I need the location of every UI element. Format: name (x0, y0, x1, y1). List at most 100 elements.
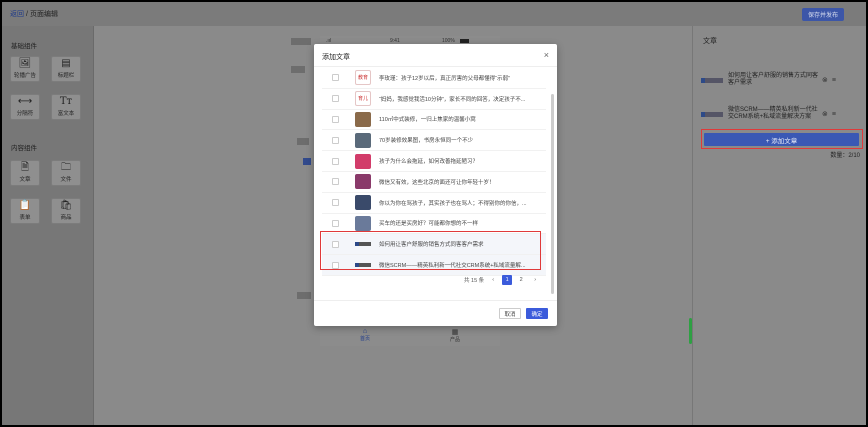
folder-icon: 🗀 (61, 162, 71, 173)
article-row[interactable]: 110㎡中式装修，一归上焦家的温馨小窝 (322, 110, 546, 131)
prev-page-button[interactable]: ‹ (488, 275, 498, 285)
dialog-title: 添加文章 (322, 54, 350, 61)
component-form[interactable]: 📋 表单 (10, 198, 40, 224)
total-count: 共 15 条 (464, 278, 485, 284)
close-icon[interactable]: × (544, 50, 549, 60)
component-rich-text[interactable]: Tт 富文本 (51, 94, 81, 120)
article-title: 110㎡中式装修，一归上焦家的温馨小窝 (379, 117, 476, 124)
breadcrumb-separator: / (26, 10, 28, 18)
component-file[interactable]: 🗀 文件 (51, 160, 81, 186)
phone-tab-bar: ⌂ 首页 ▦ 产品 (320, 324, 500, 346)
article-title: 李玫瑾：孩子12岁以后，真正厉害的父母都懂得“示弱” (379, 75, 510, 82)
form-icon: 📋 (18, 200, 32, 211)
highlight-box (320, 231, 541, 270)
article-thumbnail (355, 195, 371, 211)
rich-text-icon: Tт (59, 96, 73, 107)
article-logo (701, 77, 723, 83)
drag-handle-icon[interactable]: ≡ (832, 111, 836, 118)
component-divider[interactable]: ⟷ 分隔符 (10, 94, 40, 120)
article-icon: 🗎 (20, 162, 30, 173)
battery-icon (460, 39, 469, 43)
article-row[interactable]: 你以为你在骂孩子，其实孩子也在骂人；不得别你的你信，... (322, 193, 546, 214)
pagination: 共 15 条 ‹ 1 2 › (464, 275, 540, 285)
component-panel: 基础组件 🖼 轮播广告 ▤ 标题栏 ⟷ 分隔符 Tт 富文本 内容组件 🗎 文章… (2, 26, 94, 425)
next-page-button[interactable]: › (530, 275, 540, 285)
panel-title: 文章 (703, 38, 717, 45)
row-checkbox[interactable] (332, 136, 339, 144)
component-product[interactable]: 🛍 商品 (51, 198, 81, 224)
component-label: 文章 (19, 177, 31, 183)
article-row[interactable]: 微信又有效，这些北京的面还可让你年轻十岁！ (322, 172, 546, 193)
highlight-box (701, 129, 863, 149)
page-title: 页面编辑 (29, 11, 58, 18)
row-checkbox[interactable] (332, 74, 339, 82)
article-row[interactable]: 育儿 “妈妈，我感觉我活10分钟”，家长不同的回答，决定孩子不... (322, 89, 546, 110)
component-label: 分隔符 (16, 111, 34, 117)
component-label: 表单 (19, 215, 31, 221)
article-title: 买车的还是买房好？可能都你想的不一样 (379, 221, 479, 228)
article-thumbnail (355, 215, 371, 231)
add-article-dialog: 添加文章 × 教育 李玫瑾：孩子12岁以后，真正厉害的父母都懂得“示弱” 育儿 “妈妈… (314, 44, 557, 326)
article-thumbnail: 育儿 (355, 91, 371, 107)
row-checkbox[interactable] (332, 219, 339, 227)
basic-components-title: 基础组件 (11, 43, 37, 50)
article-thumbnail (355, 111, 371, 127)
article-logo (701, 111, 723, 117)
page-1-button[interactable]: 1 (502, 275, 513, 285)
content-components-title: 内容组件 (11, 145, 37, 152)
dialog-scrollbar[interactable] (551, 94, 554, 294)
bag-icon: 🛍 (59, 200, 73, 211)
article-thumbnail (355, 132, 371, 148)
article-count: 数量：2/10 (830, 153, 860, 159)
article-title: 微信SCRM——精英私利新一代社交CRM系统+私域流量解决方案 (728, 107, 818, 120)
app-window: 返回 / 页面编辑 保存并发布 基础组件 🖼 轮播广告 ▤ 标题栏 ⟷ 分隔符 … (2, 2, 866, 425)
save-publish-button[interactable]: 保存并发布 (802, 8, 844, 21)
selected-article-card: 如何用让客户舒服的销售方式同客客户需求 ⊗ ≡ (701, 70, 861, 90)
selected-article-card: 微信SCRM——精英私利新一代社交CRM系统+私域流量解决方案 ⊗ ≡ (701, 104, 861, 124)
divider (314, 66, 557, 67)
tab-label: 产品 (449, 336, 460, 343)
remove-icon[interactable]: ⊗ (822, 110, 828, 118)
row-checkbox[interactable] (332, 199, 339, 207)
article-row[interactable]: 教育 李玫瑾：孩子12岁以后，真正厉害的父母都懂得“示弱” (322, 68, 546, 89)
component-label: 轮播广告 (13, 73, 36, 79)
article-title: “妈妈，我感觉我活10分钟”，家长不同的回答，决定孩子不... (379, 96, 526, 103)
row-checkbox[interactable] (332, 115, 339, 123)
confirm-button[interactable]: 确定 (526, 308, 548, 319)
article-title: 如何用让客户舒服的销售方式同客客户需求 (728, 73, 819, 86)
row-checkbox[interactable] (332, 95, 339, 103)
divider-icon: ⟷ (17, 96, 33, 107)
component-label: 商品 (60, 215, 72, 221)
component-tag[interactable] (291, 66, 305, 73)
back-link[interactable]: 返回 (10, 9, 24, 19)
component-label: 富文本 (57, 111, 75, 117)
remove-icon[interactable]: ⊗ (822, 76, 828, 84)
component-article[interactable]: 🗎 文章 (10, 160, 40, 186)
component-tag[interactable] (297, 138, 309, 145)
component-title-bar[interactable]: ▤ 标题栏 (51, 56, 81, 82)
article-title: 微信又有效，这些北京的面还可让你年轻十岁！ (379, 179, 495, 186)
component-label: 文件 (60, 177, 72, 183)
row-checkbox[interactable] (332, 157, 339, 165)
title-bar-icon: ▤ (61, 58, 71, 69)
component-label: 标题栏 (57, 73, 75, 79)
component-tag-active[interactable] (303, 158, 311, 165)
home-icon: ⌂ (362, 328, 368, 335)
image-icon: 🖼 (18, 58, 32, 69)
article-row[interactable]: 孩子为什么会拖延，如何改善拖延陋习？ (322, 151, 546, 172)
article-title: 70岁装修效果图，书房永恒同一个不少 (379, 138, 474, 145)
top-bar: 返回 / 页面编辑 保存并发布 (2, 2, 866, 26)
tab-label: 首页 (359, 336, 370, 342)
divider (314, 300, 557, 301)
tab-home[interactable]: ⌂ 首页 (320, 324, 410, 346)
cancel-button[interactable]: 取消 (499, 308, 521, 319)
page-2-button[interactable]: 2 (516, 275, 526, 285)
article-row[interactable]: 70岁装修效果图，书房永恒同一个不少 (322, 130, 546, 152)
row-checkbox[interactable] (332, 178, 339, 186)
article-title: 孩子为什么会拖延，如何改善拖延陋习？ (379, 159, 479, 166)
component-carousel[interactable]: 🖼 轮播广告 (10, 56, 40, 82)
component-tag[interactable] (297, 292, 311, 299)
tab-product[interactable]: ▦ 产品 (410, 324, 500, 346)
component-tag[interactable] (291, 38, 311, 45)
drag-handle-icon[interactable]: ≡ (832, 77, 836, 84)
